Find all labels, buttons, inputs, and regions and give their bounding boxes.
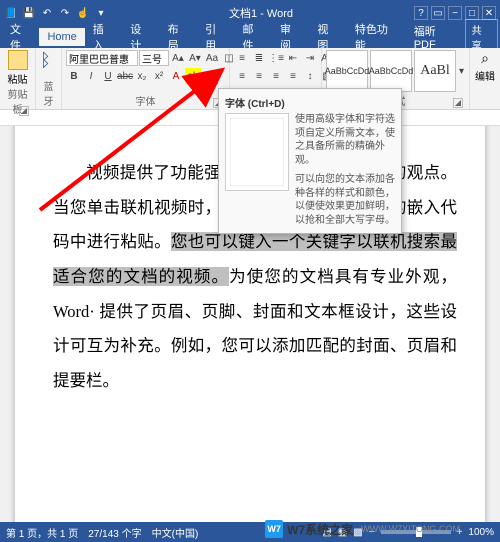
bold-button[interactable]: B bbox=[66, 68, 82, 84]
styles-launcher-icon[interactable]: ◢ bbox=[453, 98, 463, 108]
ribbon-tabs: 文件 Home 插入 设计 布局 引用 邮件 审阅 视图 特色功能 福昕PDF … bbox=[0, 26, 500, 48]
group-font: 阿里巴巴普惠 三号 A▴ A▾ Aa ◫ B I U abc x₂ x² A a… bbox=[62, 48, 230, 109]
subscript-button[interactable]: x₂ bbox=[134, 68, 150, 84]
view-web-icon[interactable]: ▩ bbox=[353, 527, 362, 538]
maximize-icon[interactable]: □ bbox=[465, 6, 479, 20]
superscript-button[interactable]: x² bbox=[151, 68, 167, 84]
tab-home[interactable]: Home bbox=[39, 28, 84, 46]
view-read-icon[interactable]: ▤ bbox=[322, 527, 331, 538]
group-bluetooth-label: 蓝牙 bbox=[40, 78, 57, 109]
italic-button[interactable]: I bbox=[83, 68, 99, 84]
view-print-icon[interactable]: ▦ bbox=[338, 527, 347, 538]
help-icon[interactable]: ? bbox=[414, 6, 428, 20]
bullets-icon[interactable]: ≡ bbox=[234, 50, 250, 66]
group-bluetooth: ᛒ 蓝牙 bbox=[36, 48, 62, 109]
text-effects-icon[interactable]: A bbox=[168, 68, 184, 84]
style-no-spacing[interactable]: AaBbCcDd bbox=[370, 50, 412, 92]
status-page[interactable]: 第 1 页，共 1 页 bbox=[6, 525, 78, 540]
styles-more-icon[interactable]: ▾ bbox=[458, 50, 465, 92]
window-controls: ? ▭ − □ ✕ bbox=[414, 6, 496, 20]
indent-inc-icon[interactable]: ⇥ bbox=[302, 50, 318, 66]
editing-button[interactable]: ⌕ 编辑 bbox=[474, 50, 496, 83]
clipboard-launcher-icon[interactable]: ◢ bbox=[19, 106, 29, 116]
group-editing: ⌕ 编辑 bbox=[470, 48, 500, 109]
tooltip-text: 使用高级字体和字符选项自定义所需文本，使之具备所需的精确外观。 可以向您的文本添… bbox=[295, 113, 395, 227]
style-heading1[interactable]: AaBl bbox=[414, 50, 456, 92]
status-wordcount[interactable]: 27/143 个字 bbox=[88, 525, 141, 540]
align-right-icon[interactable]: ≡ bbox=[268, 68, 284, 84]
group-editing-label bbox=[474, 108, 496, 109]
zoom-in-icon[interactable]: + bbox=[457, 527, 463, 538]
indent-dec-icon[interactable]: ⇤ bbox=[285, 50, 301, 66]
status-language[interactable]: 中文(中国) bbox=[152, 525, 199, 540]
paste-icon bbox=[8, 50, 28, 70]
tooltip-title: 字体 (Ctrl+D) bbox=[225, 95, 395, 110]
change-case-icon[interactable]: Aa bbox=[204, 50, 220, 66]
underline-button[interactable]: U bbox=[100, 68, 116, 84]
line-spacing-icon[interactable]: ↕ bbox=[302, 68, 318, 84]
find-icon: ⌕ bbox=[481, 50, 489, 67]
bluetooth-icon: ᛒ bbox=[40, 50, 58, 72]
align-center-icon[interactable]: ≡ bbox=[251, 68, 267, 84]
zoom-slider[interactable] bbox=[381, 530, 451, 534]
zoom-out-icon[interactable]: − bbox=[369, 527, 375, 538]
group-clipboard-label: 剪贴板◢ bbox=[4, 86, 31, 117]
font-family-select[interactable]: 阿里巴巴普惠 bbox=[66, 50, 138, 66]
redo-icon[interactable]: ↷ bbox=[58, 6, 72, 20]
multilevel-icon[interactable]: ⋮≡ bbox=[268, 50, 284, 66]
font-tooltip: 字体 (Ctrl+D) 使用高级字体和字符选项自定义所需文本，使之具备所需的精确… bbox=[218, 88, 402, 234]
align-justify-icon[interactable]: ≡ bbox=[285, 68, 301, 84]
editing-label: 编辑 bbox=[475, 68, 495, 83]
strike-button[interactable]: abc bbox=[117, 68, 133, 84]
zoom-level[interactable]: 100% bbox=[468, 527, 494, 538]
group-font-label: 字体◢ bbox=[66, 93, 225, 109]
align-left-icon[interactable]: ≡ bbox=[234, 68, 250, 84]
paste-button[interactable]: 粘贴 bbox=[4, 50, 31, 86]
font-color-icon[interactable]: A bbox=[202, 68, 218, 84]
status-bar: 第 1 页，共 1 页 27/143 个字 中文(中国) ▤ ▦ ▩ − + 1… bbox=[0, 522, 500, 542]
grow-font-icon[interactable]: A▴ bbox=[170, 50, 186, 66]
tooltip-preview-image bbox=[225, 113, 289, 191]
numbering-icon[interactable]: ≣ bbox=[251, 50, 267, 66]
style-normal[interactable]: AaBbCcDd bbox=[326, 50, 368, 92]
font-size-select[interactable]: 三号 bbox=[139, 50, 169, 66]
close-icon[interactable]: ✕ bbox=[482, 6, 496, 20]
ribbon-toggle-icon[interactable]: ▭ bbox=[431, 6, 445, 20]
shrink-font-icon[interactable]: A▾ bbox=[187, 50, 203, 66]
minimize-icon[interactable]: − bbox=[448, 6, 462, 20]
undo-icon[interactable]: ↶ bbox=[40, 6, 54, 20]
bluetooth-button[interactable]: ᛒ bbox=[40, 50, 58, 72]
group-clipboard: 粘贴 剪贴板◢ bbox=[0, 48, 36, 109]
highlight-icon[interactable]: ab bbox=[185, 68, 201, 84]
paste-label: 粘贴 bbox=[8, 71, 28, 86]
